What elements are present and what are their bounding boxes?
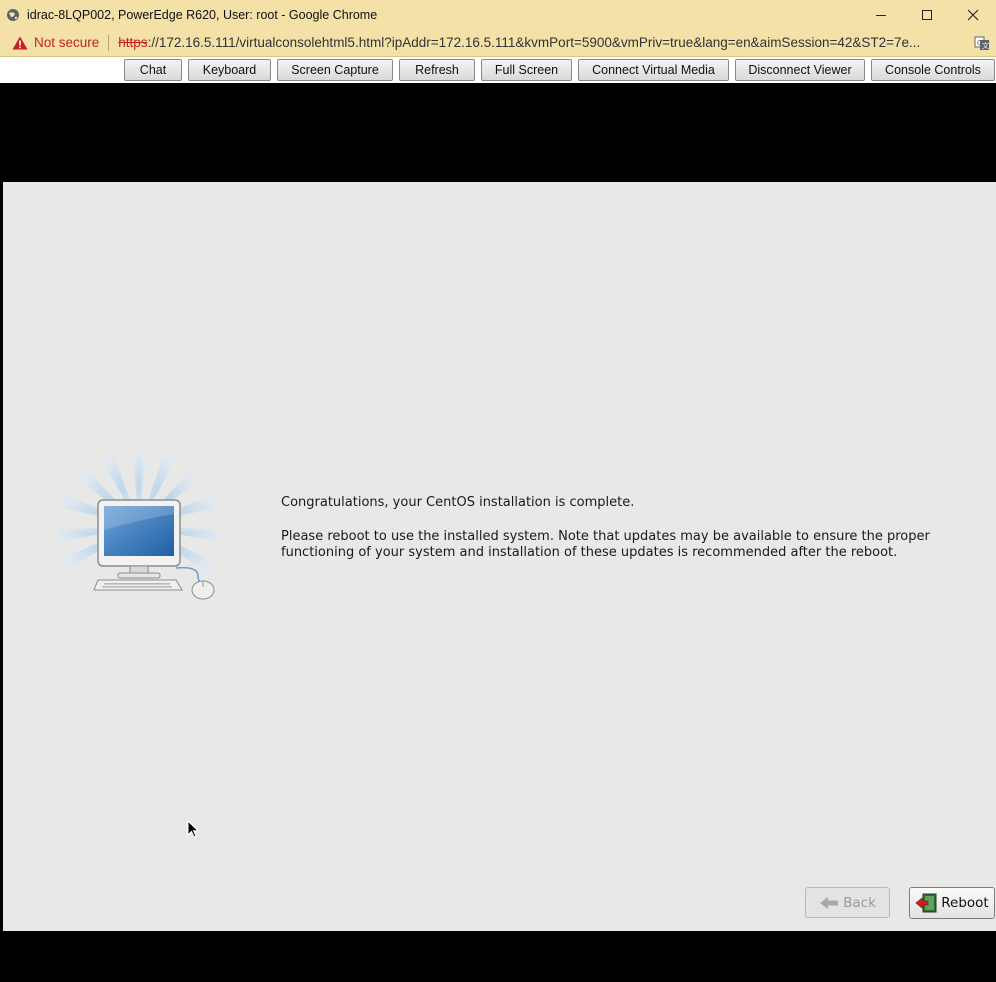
reboot-button[interactable]: Reboot <box>909 887 995 919</box>
reboot-label: Reboot <box>941 895 989 911</box>
title-bar: idrac-8LQP002, PowerEdge R620, User: roo… <box>0 0 996 29</box>
minimize-button[interactable] <box>858 0 904 29</box>
console-bottom-bar <box>3 931 996 982</box>
completion-message: Congratulations, your CentOS installatio… <box>281 495 930 562</box>
message-line-updates: functioning of your system and installat… <box>281 545 898 560</box>
close-icon <box>967 9 979 20</box>
close-button[interactable] <box>950 0 996 29</box>
disconnect-viewer-button[interactable]: Disconnect Viewer <box>735 59 865 81</box>
globe-icon <box>7 8 19 21</box>
screen-capture-button[interactable]: Screen Capture <box>277 59 393 81</box>
computer-illustration <box>58 452 220 600</box>
keyboard-button[interactable]: Keyboard <box>188 59 271 81</box>
connect-virtual-media-button[interactable]: Connect Virtual Media <box>578 59 729 81</box>
not-secure-label[interactable]: Not secure <box>34 35 99 50</box>
refresh-button[interactable]: Refresh <box>399 59 475 81</box>
minimize-icon <box>876 14 886 16</box>
svg-text:文: 文 <box>982 41 989 50</box>
address-bar[interactable]: Not secure https://172.16.5.111/virtualc… <box>0 29 996 57</box>
translate-icon[interactable]: G 文 <box>974 35 990 51</box>
installer-screen[interactable]: Congratulations, your CentOS installatio… <box>3 182 996 931</box>
message-line-congrats: Congratulations, your CentOS installatio… <box>281 495 635 510</box>
viewer-toolbar: Chat Keyboard Screen Capture Refresh Ful… <box>0 57 996 83</box>
chat-button[interactable]: Chat <box>124 59 182 81</box>
back-button[interactable]: Back <box>805 887 890 918</box>
maximize-icon <box>922 9 932 20</box>
window-title: idrac-8LQP002, PowerEdge R620, User: roo… <box>27 7 378 22</box>
url-path: ://172.16.5.111/virtualconsolehtml5.html… <box>147 35 921 50</box>
full-screen-button[interactable]: Full Screen <box>481 59 572 81</box>
address-separator <box>108 34 110 51</box>
console-controls-button[interactable]: Console Controls <box>871 59 995 81</box>
console-top-bar <box>3 83 996 182</box>
url-protocol: https <box>118 35 148 50</box>
back-label: Back <box>843 894 876 911</box>
back-arrow-icon <box>820 896 839 909</box>
window-controls <box>858 0 996 29</box>
warning-icon[interactable] <box>12 36 28 50</box>
mouse-pointer-icon <box>187 820 200 838</box>
exit-door-icon <box>915 893 937 913</box>
url-text[interactable]: https://172.16.5.111/virtualconsolehtml5… <box>118 35 958 50</box>
browser-window: idrac-8LQP002, PowerEdge R620, User: roo… <box>0 0 996 982</box>
message-line-reboot: Please reboot to use the installed syste… <box>281 528 930 544</box>
maximize-button[interactable] <box>904 0 950 29</box>
